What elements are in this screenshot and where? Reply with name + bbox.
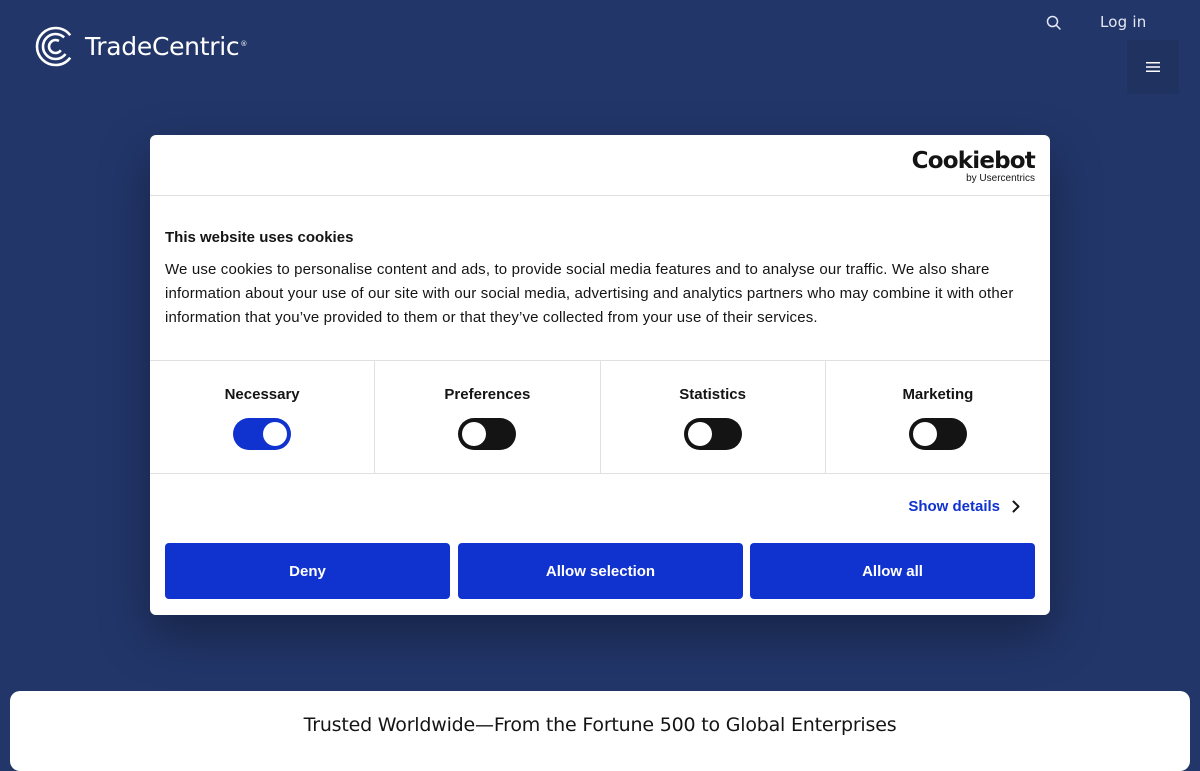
marketing-toggle[interactable] bbox=[908, 418, 967, 450]
consent-buttons: Deny Allow selection Allow all bbox=[165, 543, 1035, 599]
category-label: Necessary bbox=[224, 386, 300, 403]
preferences-toggle[interactable] bbox=[458, 418, 517, 450]
login-link[interactable]: Log in bbox=[1100, 13, 1146, 31]
category-label: Preferences bbox=[444, 386, 531, 403]
hamburger-menu-icon bbox=[1146, 62, 1160, 72]
category-statistics: Statistics bbox=[601, 361, 826, 473]
tradecentric-logo-icon bbox=[35, 26, 76, 67]
brand-name: TradeCentric® bbox=[85, 32, 248, 61]
allow-all-button[interactable]: Allow all bbox=[750, 543, 1035, 599]
dialog-title: This website uses cookies bbox=[165, 229, 354, 246]
show-details-link[interactable]: Show details bbox=[908, 498, 1020, 515]
category-label: Marketing bbox=[902, 386, 974, 403]
category-necessary: Necessary bbox=[150, 361, 376, 473]
trusted-section-card: Trusted Worldwide—From the Fortune 500 t… bbox=[10, 691, 1190, 771]
menu-button[interactable] bbox=[1127, 40, 1179, 94]
cookiebot-byline: by Usercentrics bbox=[966, 173, 1035, 184]
dialog-description: We use cookies to personalise content an… bbox=[165, 261, 1014, 326]
chevron-right-icon bbox=[1012, 500, 1020, 513]
toggle-knob bbox=[263, 422, 288, 446]
necessary-toggle[interactable] bbox=[233, 418, 292, 450]
cookie-consent-dialog: Cookiebot by Usercentrics This website u… bbox=[150, 135, 1050, 615]
cookiebot-wordmark: Cookiebot bbox=[911, 148, 1036, 174]
tradecentric-logo[interactable]: TradeCentric® bbox=[35, 26, 247, 67]
toggle-knob bbox=[462, 422, 487, 446]
category-preferences: Preferences bbox=[375, 361, 601, 473]
toggle-knob bbox=[687, 422, 712, 446]
category-label: Statistics bbox=[679, 386, 746, 403]
search-button[interactable] bbox=[1045, 14, 1063, 32]
allow-selection-button[interactable]: Allow selection bbox=[458, 543, 743, 599]
deny-button[interactable]: Deny bbox=[165, 543, 450, 599]
dialog-header: Cookiebot by Usercentrics bbox=[150, 135, 1050, 196]
trusted-heading: Trusted Worldwide—From the Fortune 500 t… bbox=[303, 714, 897, 736]
category-marketing: Marketing bbox=[826, 361, 1050, 473]
search-icon bbox=[1046, 15, 1061, 30]
show-details-label: Show details bbox=[908, 498, 1000, 515]
consent-categories: Necessary Preferences Statistics Marketi… bbox=[150, 360, 1050, 474]
toggle-knob bbox=[912, 422, 937, 446]
cookiebot-logo[interactable]: Cookiebot by Usercentrics bbox=[911, 148, 1036, 185]
statistics-toggle[interactable] bbox=[683, 418, 742, 450]
registered-mark: ® bbox=[240, 39, 248, 48]
